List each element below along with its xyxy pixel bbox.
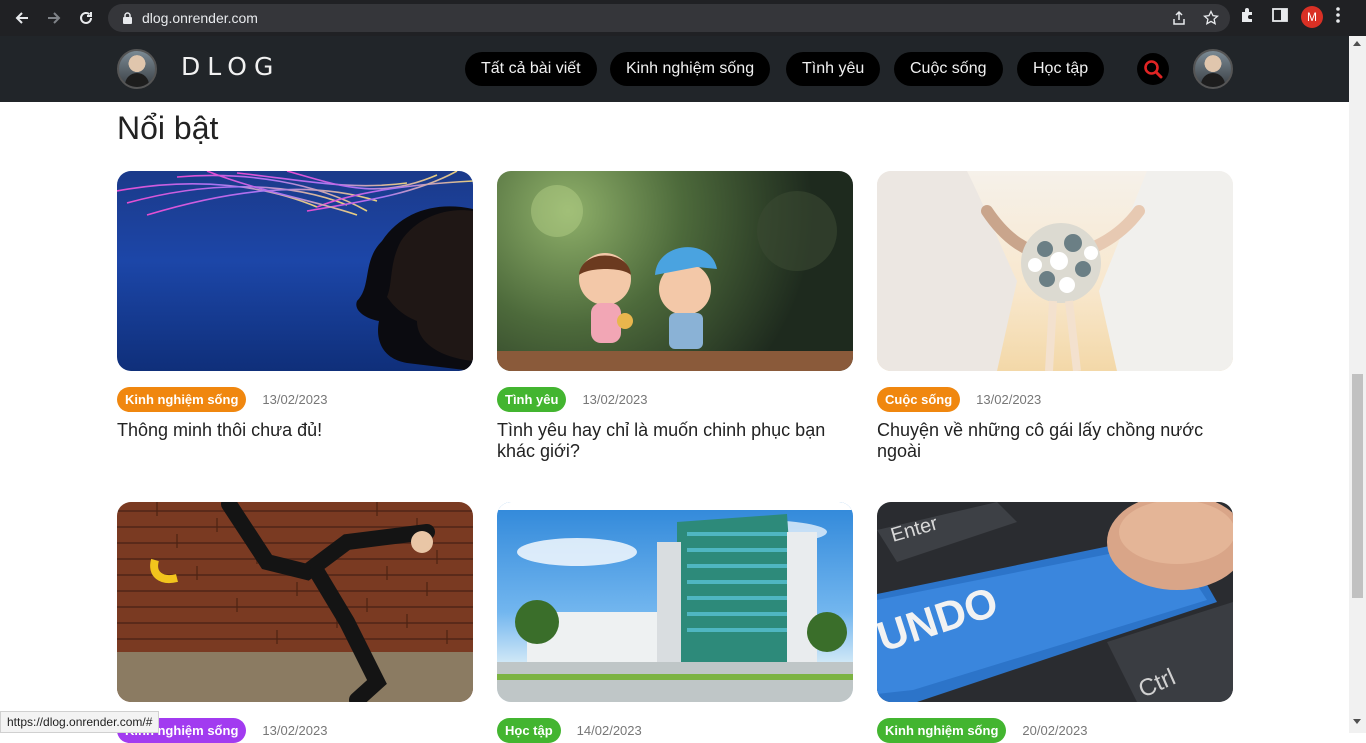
- post-title[interactable]: Chuyện về những cô gái lấy chồng nước ng…: [877, 420, 1233, 462]
- user-avatar[interactable]: [1193, 49, 1233, 89]
- lock-icon: [120, 11, 134, 25]
- post-date: 14/02/2023: [576, 722, 642, 738]
- category-tag[interactable]: Cuộc sống: [877, 386, 961, 412]
- post-thumbnail[interactable]: [117, 502, 473, 702]
- profile-avatar[interactable]: M: [1301, 6, 1323, 28]
- post-card[interactable]: Tình yêu 13/02/2023 Tình yêu hay chỉ là …: [497, 171, 853, 462]
- post-date: 13/02/2023: [582, 391, 648, 407]
- search-button[interactable]: [1137, 53, 1169, 85]
- post-date: 13/02/2023: [976, 391, 1042, 407]
- category-tag[interactable]: Kinh nghiệm sống: [117, 386, 247, 412]
- back-arrow-icon[interactable]: [10, 6, 34, 30]
- side-panel-icon[interactable]: [1271, 6, 1289, 24]
- page-scrollbar[interactable]: [1349, 36, 1366, 733]
- post-thumbnail[interactable]: [497, 171, 853, 371]
- search-icon: [1144, 60, 1163, 79]
- post-card[interactable]: Học tập 14/02/2023: [497, 502, 853, 743]
- nav-study[interactable]: Học tập: [1017, 52, 1105, 86]
- forward-arrow-icon[interactable]: [42, 6, 66, 30]
- post-card[interactable]: Kinh nghiệm sống 13/02/2023: [117, 502, 473, 743]
- scroll-down-icon[interactable]: [1353, 719, 1361, 724]
- section-title: Nổi bật: [117, 110, 219, 146]
- reload-icon[interactable]: [74, 6, 98, 30]
- scrollbar-thumb[interactable]: [1352, 374, 1363, 598]
- nav-all-posts[interactable]: Tất cả bài viết: [465, 52, 597, 86]
- logo-avatar[interactable]: [117, 49, 157, 89]
- post-title[interactable]: Thông minh thôi chưa đủ!: [117, 420, 473, 441]
- share-icon[interactable]: [1170, 9, 1188, 27]
- category-tag[interactable]: Học tập: [497, 717, 561, 743]
- nav-love[interactable]: Tình yêu: [786, 52, 881, 86]
- post-thumbnail[interactable]: [117, 171, 473, 371]
- post-date: 13/02/2023: [262, 391, 328, 407]
- site-header: DLOG Tất cả bài viết Kinh nghiệm sống Tì…: [0, 36, 1349, 102]
- post-thumbnail[interactable]: Enter UNDO Ctrl: [877, 502, 1233, 702]
- browser-toolbar: dlog.onrender.com M: [0, 0, 1366, 36]
- post-card[interactable]: Cuộc sống 13/02/2023 Chuyện về những cô …: [877, 171, 1233, 462]
- post-title[interactable]: Tình yêu hay chỉ là muốn chinh phục bạn …: [497, 420, 853, 462]
- site-logo[interactable]: DLOG: [181, 52, 280, 81]
- profile-initial: M: [1301, 6, 1323, 28]
- post-card[interactable]: Kinh nghiệm sống 13/02/2023 Thông minh t…: [117, 171, 473, 441]
- post-date: 20/02/2023: [1022, 722, 1088, 738]
- post-thumbnail[interactable]: [497, 502, 853, 702]
- kebab-menu-icon[interactable]: [1335, 6, 1341, 24]
- address-bar[interactable]: dlog.onrender.com: [108, 4, 1230, 32]
- extensions-icon[interactable]: [1239, 6, 1257, 24]
- scroll-up-icon[interactable]: [1353, 41, 1361, 46]
- category-tag[interactable]: Tình yêu: [497, 386, 567, 412]
- post-date: 13/02/2023: [262, 722, 328, 738]
- bookmark-star-icon[interactable]: [1202, 9, 1220, 27]
- nav-life-experience[interactable]: Kinh nghiệm sống: [610, 52, 771, 86]
- category-tag[interactable]: Kinh nghiệm sống: [877, 717, 1007, 743]
- link-status-bubble: https://dlog.onrender.com/#: [0, 711, 160, 733]
- address-url: dlog.onrender.com: [142, 10, 258, 26]
- post-card[interactable]: Enter UNDO Ctrl Kinh nghiệm sống 20/02/2…: [877, 502, 1233, 743]
- post-thumbnail[interactable]: [877, 171, 1233, 371]
- nav-life[interactable]: Cuộc sống: [894, 52, 1003, 86]
